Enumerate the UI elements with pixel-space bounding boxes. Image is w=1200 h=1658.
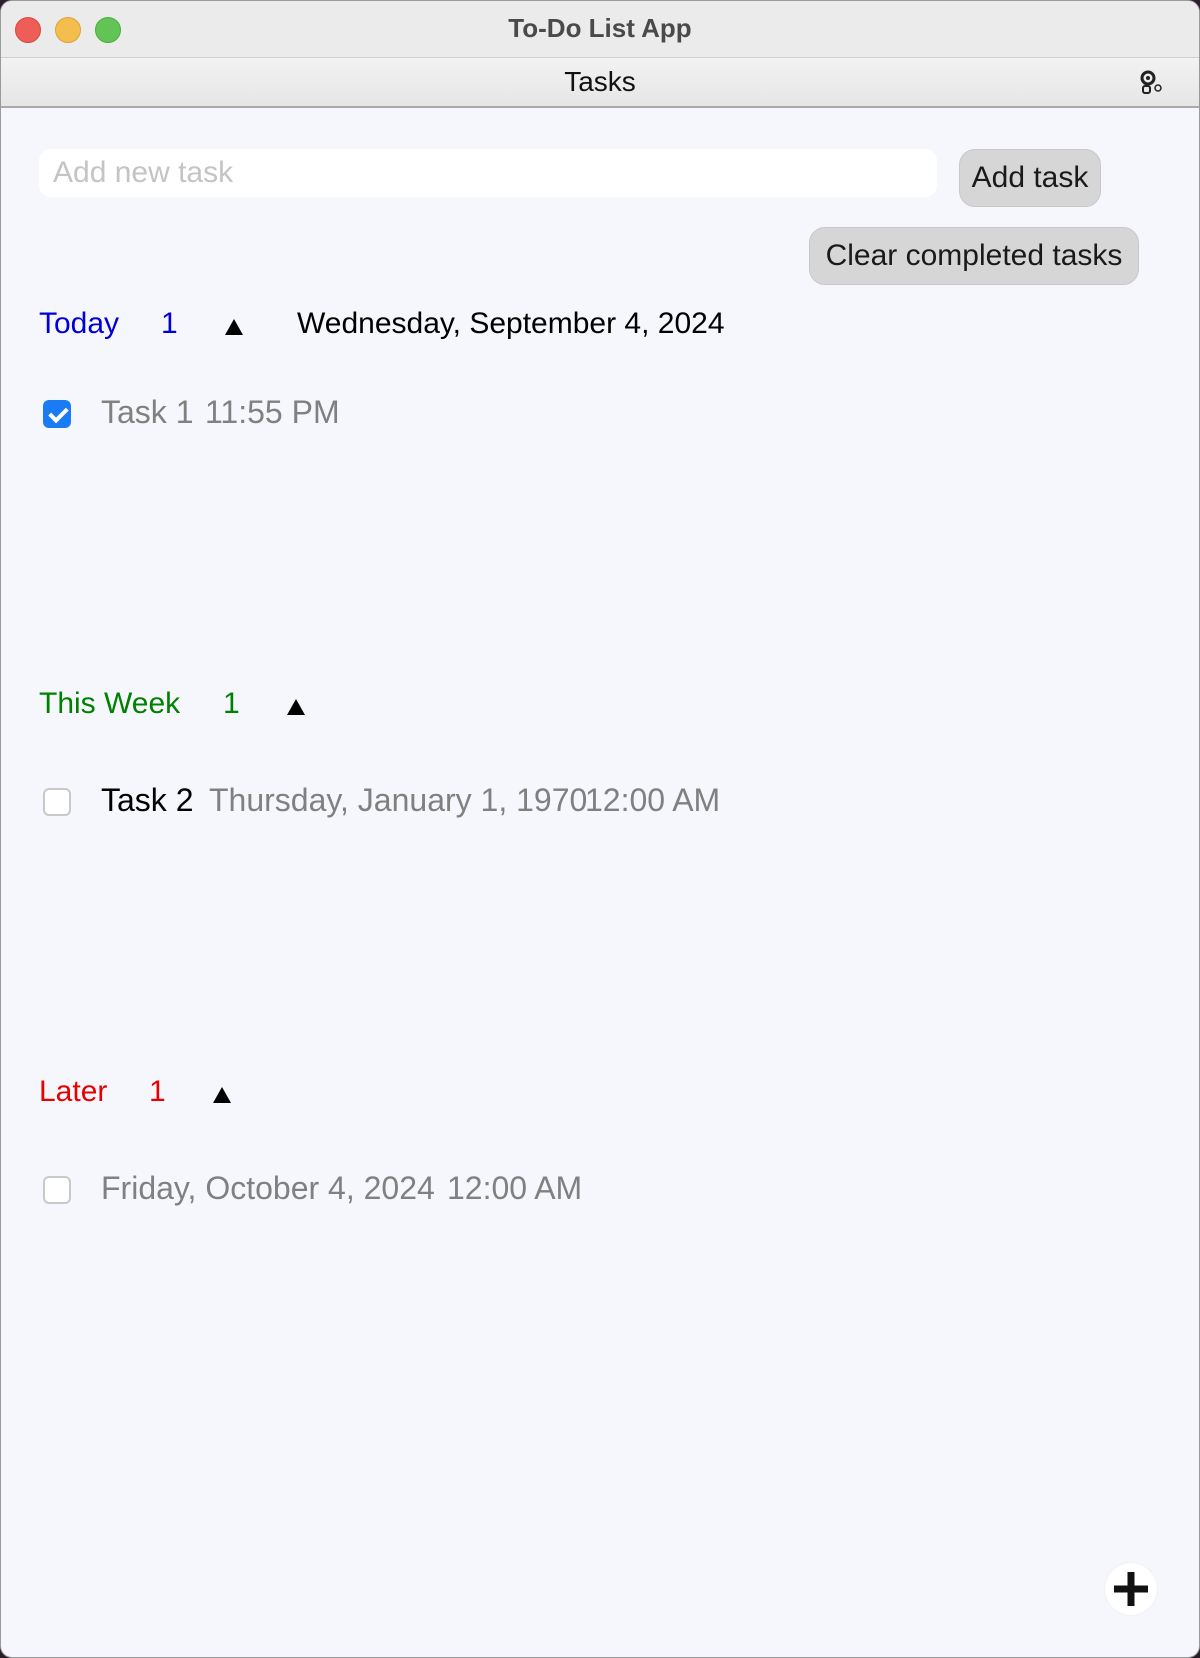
collapse-triangle-icon[interactable] (225, 319, 243, 335)
task-time: 12:00 AM (447, 1170, 583, 1206)
gear-icon[interactable] (1137, 69, 1165, 97)
app-window: To-Do List App Tasks Add task Clear comp… (0, 0, 1200, 1658)
task-date: Friday, October 4, 2024 (101, 1170, 435, 1206)
collapse-triangle-icon[interactable] (213, 1087, 231, 1103)
section-count: 1 (161, 307, 178, 340)
title-bar: To-Do List App (1, 1, 1199, 58)
section-count: 1 (223, 687, 240, 720)
collapse-triangle-icon[interactable] (287, 699, 305, 715)
window-title: To-Do List App (508, 13, 692, 43)
task-checkbox[interactable] (43, 788, 71, 816)
section-title: This Week (39, 687, 181, 720)
plus-icon[interactable] (1105, 1563, 1157, 1615)
task-date: Thursday, January 1, 1970 (209, 782, 588, 818)
section-title: Later (39, 1075, 108, 1108)
section-date: Wednesday, September 4, 2024 (297, 307, 725, 340)
section-count: 1 (149, 1075, 166, 1108)
section-title: Today (39, 307, 120, 340)
add-task-button[interactable]: Add task (959, 149, 1101, 207)
task-checkbox[interactable] (43, 1176, 71, 1204)
task-time: 12:00 AM (585, 782, 721, 818)
task-checkbox[interactable] (43, 400, 71, 428)
task-title: Task 1 (101, 394, 194, 430)
toolbar: Tasks (1, 58, 1199, 108)
new-task-input[interactable] (39, 149, 937, 197)
task-time: 11:55 PM (205, 394, 340, 430)
clear-completed-button[interactable]: Clear completed tasks (809, 227, 1139, 285)
task-title: Task 2 (101, 782, 194, 818)
toolbar-title: Tasks (564, 66, 636, 97)
